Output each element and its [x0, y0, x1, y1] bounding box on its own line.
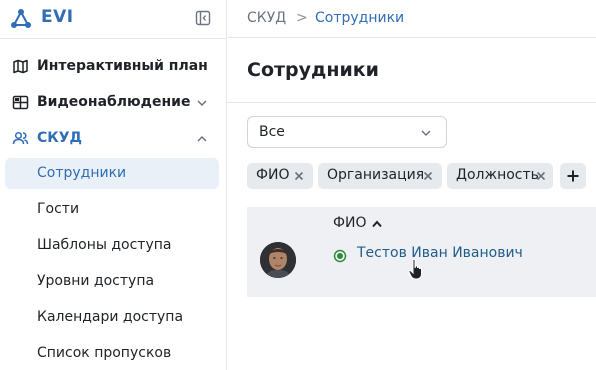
breadcrumb-current: Сотрудники: [315, 10, 405, 26]
status-filter-value: Все: [259, 124, 285, 140]
sidebar-item-label: Шаблоны доступа: [37, 237, 172, 253]
close-icon[interactable]: [422, 170, 434, 182]
breadcrumb-root[interactable]: СКУД: [247, 10, 286, 26]
sidebar-item-interactive-plan[interactable]: Интерактивный план: [5, 51, 219, 82]
sidebar-item-access-templates[interactable]: Шаблоны доступа: [5, 230, 219, 261]
employees-table: ФИО Тестов Иван Иванович: [247, 207, 596, 297]
plus-icon: [567, 170, 579, 182]
sidebar-item-video-surveillance[interactable]: Видеонаблюдение: [5, 87, 219, 118]
breadcrumb-separator: >: [296, 10, 308, 26]
close-icon[interactable]: [535, 170, 547, 182]
brand[interactable]: EVI: [0, 0, 226, 38]
sidebar-item-access-calendars[interactable]: Календари доступа: [5, 302, 219, 333]
sidebar-item-access-levels[interactable]: Уровни доступа: [5, 266, 219, 297]
sidebar-item-label: Интерактивный план: [37, 58, 208, 74]
chevron-up-icon: [197, 135, 207, 142]
video-grid-icon: [12, 95, 29, 110]
users-icon: [12, 131, 29, 145]
map-icon: [13, 59, 28, 74]
hand-pointer-cursor-icon: [408, 258, 422, 280]
sidebar-item-skud[interactable]: СКУД: [5, 123, 219, 154]
chip-label: Должность: [456, 167, 539, 183]
employee-name-link[interactable]: Тестов Иван Иванович: [357, 245, 523, 261]
person-photo-icon: [260, 242, 296, 278]
column-chip-organization: Организация: [318, 163, 442, 189]
sidebar-item-guests[interactable]: Гости: [5, 194, 219, 225]
page-title: Сотрудники: [247, 59, 379, 81]
avatar: [260, 242, 296, 278]
sort-ascending-icon[interactable]: [371, 219, 383, 229]
chevron-down-icon: [197, 100, 207, 107]
brand-logo-icon: [11, 9, 31, 28]
column-chip-position: Должность: [447, 163, 553, 189]
column-chip-fio: ФИО: [247, 163, 313, 189]
sidebar-item-employees[interactable]: Сотрудники: [5, 158, 219, 189]
status-filter-select[interactable]: Все: [247, 116, 447, 148]
sidebar-item-label: Уровни доступа: [37, 273, 155, 289]
sidebar-item-label: Гости: [37, 201, 80, 217]
sidebar-item-label: Сотрудники: [37, 165, 127, 181]
breadcrumb: СКУД > Сотрудники: [227, 0, 596, 38]
chevron-down-icon: [421, 130, 431, 137]
sidebar-item-pass-list[interactable]: Список пропусков: [5, 338, 219, 369]
status-active-icon: [333, 249, 347, 263]
brand-name: EVI: [41, 7, 74, 27]
sidebar: EVI Интерактивный план Видеонаблюдение С…: [0, 0, 227, 370]
sidebar-divider: [0, 38, 226, 39]
sidebar-item-label: Список пропусков: [37, 345, 172, 361]
chip-label: ФИО: [256, 167, 290, 183]
chip-label: Организация: [327, 167, 425, 183]
sidebar-item-label: Видеонаблюдение: [37, 94, 191, 110]
sidebar-item-label: Календари доступа: [37, 309, 184, 325]
close-icon[interactable]: [293, 170, 305, 182]
sidebar-item-label: СКУД: [37, 130, 82, 146]
add-column-button[interactable]: [560, 163, 586, 189]
column-header-fio[interactable]: ФИО: [333, 215, 367, 231]
title-divider: [227, 102, 596, 103]
sidebar-collapse-icon[interactable]: [195, 10, 211, 26]
